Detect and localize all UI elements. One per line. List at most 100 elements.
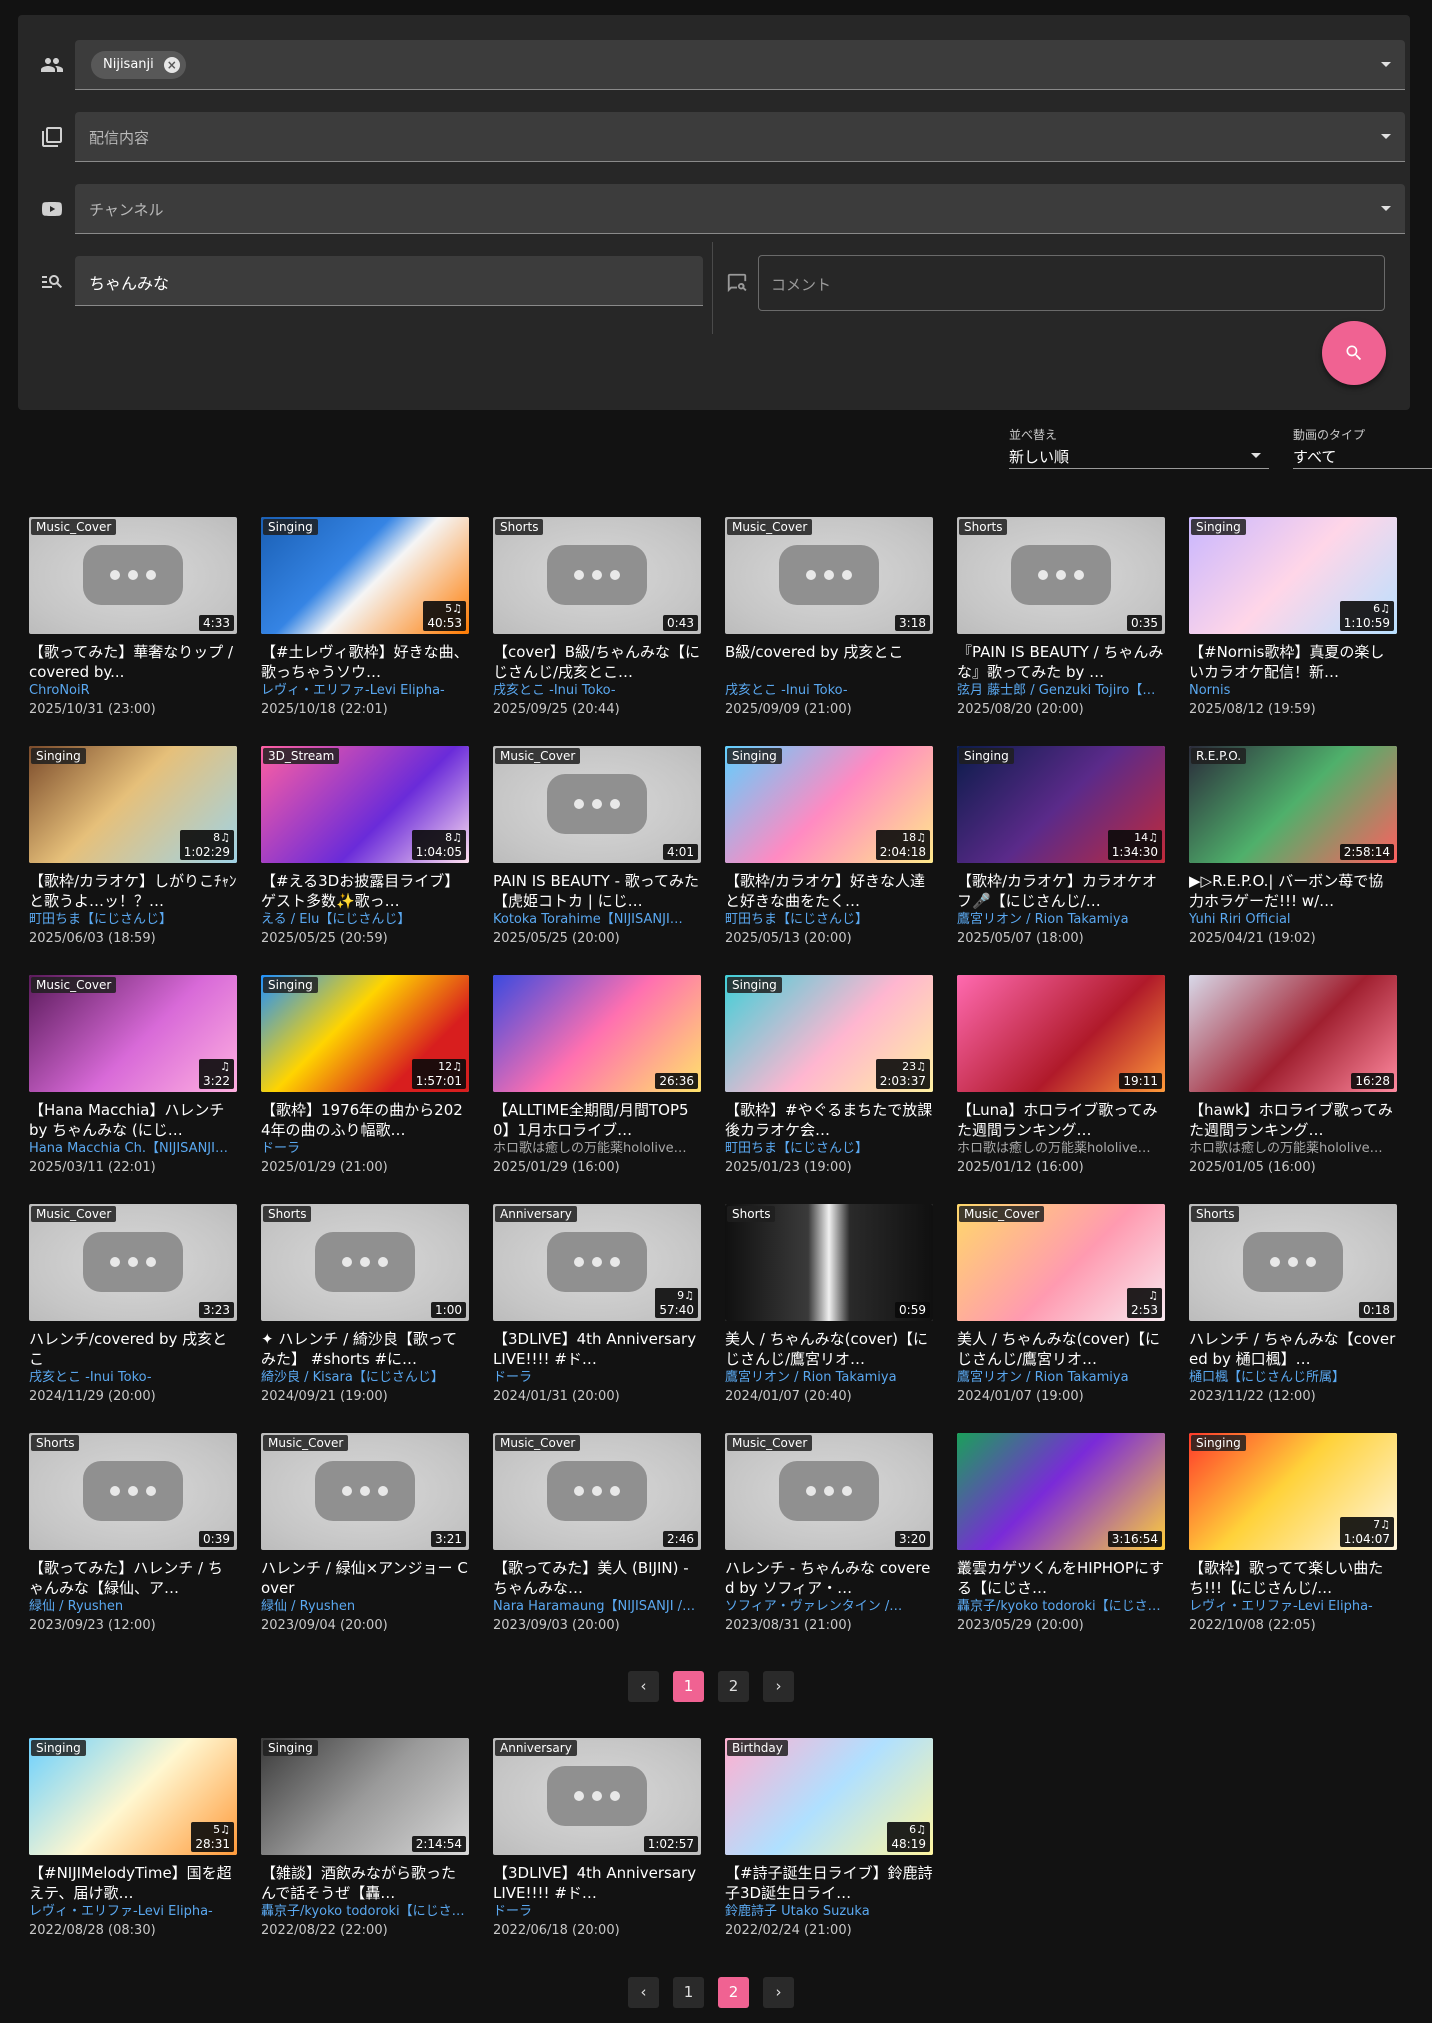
video-thumbnail[interactable]: 3:16:54	[957, 1433, 1165, 1550]
video-thumbnail[interactable]: Anniversary 9♫ 57:40	[493, 1204, 701, 1321]
video-thumbnail[interactable]: Music_Cover 3:20	[725, 1433, 933, 1550]
video-title[interactable]: 【雑談】酒飲みながら歌ったんで話そうぜ【轟…	[261, 1863, 469, 1903]
channel-link[interactable]: レヴィ・エリファ-Levi Elipha-	[29, 1903, 237, 1920]
page-1-button[interactable]: 1	[673, 1671, 704, 1702]
video-card[interactable]: Singing 5♫ 28:31 【#NIJIMelodyTime】国を超えテ、届け歌…	[29, 1738, 237, 1940]
video-thumbnail[interactable]: R.E.P.O. 2:58:14	[1189, 746, 1397, 863]
video-title[interactable]: 【歌枠】1976年の曲から2024年の曲のふり幅歌…	[261, 1100, 469, 1140]
channel-link[interactable]: ChroNoiR	[29, 682, 237, 699]
video-thumbnail[interactable]: Singing 23♫ 2:03:37	[725, 975, 933, 1092]
video-thumbnail[interactable]: Singing 12♫ 1:57:01	[261, 975, 469, 1092]
video-thumbnail[interactable]: Anniversary 1:02:57	[493, 1738, 701, 1855]
video-title[interactable]: 美人 / ちゃんみな(cover)【にじさんじ/鷹宮リオ…	[957, 1329, 1165, 1369]
channel-link[interactable]: ホロ歌は癒しの万能薬hololive…	[493, 1140, 701, 1157]
channel-link[interactable]: レヴィ・エリファ-Levi Elipha-	[261, 682, 469, 699]
member-select[interactable]: Nijisanji ×	[75, 40, 1405, 90]
chip-remove-icon[interactable]: ×	[163, 57, 180, 73]
video-card[interactable]: Music_Cover 3:20 ハレンチ - ちゃんみな covered by ソ…	[725, 1433, 933, 1635]
video-card[interactable]: Shorts 0:18 ハレンチ / ちゃんみな【covered by 樋口楓】… 樋…	[1189, 1204, 1397, 1406]
video-thumbnail[interactable]: Music_Cover ♫ 2:53	[957, 1204, 1165, 1321]
channel-link[interactable]: Nornis	[1189, 682, 1397, 699]
video-card[interactable]: Music_Cover 4:33 【歌ってみた】華奢なりップ / covered b…	[29, 517, 237, 719]
video-title[interactable]: 【歌枠/カラオケ】好きな人達と好きな曲をたく…	[725, 871, 933, 911]
video-title[interactable]: 【cover】B級/ちゃんみな【にじさんじ/戌亥とこ…	[493, 642, 701, 682]
video-card[interactable]: Birthday 6♫ 48:19 【#詩子誕生日ライブ】鈴鹿詩子3D誕生日ライ… 鈴鹿…	[725, 1738, 933, 1940]
video-thumbnail[interactable]: Singing 8♫ 1:02:29	[29, 746, 237, 863]
channel-link[interactable]: 戌亥とこ -Inui Toko-	[29, 1369, 237, 1386]
video-title[interactable]: 【#Nornis歌枠】真夏の楽しいカラオケ配信！新…	[1189, 642, 1397, 682]
video-title[interactable]: B級/covered by 戌亥とこ	[725, 642, 933, 682]
channel-link[interactable]: ホロ歌は癒しの万能薬hololive…	[1189, 1140, 1397, 1157]
video-thumbnail[interactable]: Shorts 0:39	[29, 1433, 237, 1550]
channel-link[interactable]: 樋口楓【にじさんじ所属】	[1189, 1369, 1397, 1386]
video-title[interactable]: 【3DLIVE】4th Anniversary LIVE!!!! #ド…	[493, 1329, 701, 1369]
chevron-down-icon[interactable]	[1381, 206, 1391, 211]
video-card[interactable]: Singing 6♫ 1:10:59 【#Nornis歌枠】真夏の楽しいカラオケ配信！…	[1189, 517, 1397, 719]
video-thumbnail[interactable]: 16:28	[1189, 975, 1397, 1092]
next-page-button[interactable]: ›	[763, 1671, 794, 1702]
chevron-down-icon[interactable]	[1251, 453, 1261, 458]
video-thumbnail[interactable]: Music_Cover 4:01	[493, 746, 701, 863]
video-thumbnail[interactable]: Birthday 6♫ 48:19	[725, 1738, 933, 1855]
channel-link[interactable]: 轟京子/kyoko todoroki【にじさ…	[261, 1903, 469, 1920]
channel-link[interactable]: ソフィア・ヴァレンタイン /…	[725, 1598, 933, 1615]
video-title[interactable]: 【#詩子誕生日ライブ】鈴鹿詩子3D誕生日ライ…	[725, 1863, 933, 1903]
video-card[interactable]: Music_Cover 4:01 PAIN IS BEAUTY - 歌ってみた【虎姫…	[493, 746, 701, 948]
video-card[interactable]: Music_Cover 3:21 ハレンチ / 緑仙×アンジョー Cover 緑仙 /…	[261, 1433, 469, 1635]
video-title[interactable]: 【#える3Dお披露目ライブ】ゲスト多数✨歌っ…	[261, 871, 469, 911]
video-title[interactable]: ハレンチ / 緑仙×アンジョー Cover	[261, 1558, 469, 1598]
channel-link[interactable]: 鷹宮リオン / Rion Takamiya	[725, 1369, 933, 1386]
video-card[interactable]: 19:11 【Luna】ホロライブ歌ってみた週間ランキング… ホロ歌は癒しの万能薬h…	[957, 975, 1165, 1177]
video-card[interactable]: 3:16:54 叢雲カゲツくんをHIPHOPにする【にじさ… 轟京子/kyoko t…	[957, 1433, 1165, 1635]
video-card[interactable]: Singing 18♫ 2:04:18 【歌枠/カラオケ】好きな人達と好きな曲をたく……	[725, 746, 933, 948]
video-card[interactable]: R.E.P.O. 2:58:14 ▶▷R.E.P.O.| バーボン苺で協力ホラゲーだ…	[1189, 746, 1397, 948]
channel-link[interactable]: 轟京子/kyoko todoroki【にじさ…	[957, 1598, 1165, 1615]
keyword-input[interactable]: ちゃんみな	[75, 256, 703, 306]
video-thumbnail[interactable]: 26:36	[493, 975, 701, 1092]
video-title[interactable]: ハレンチ / ちゃんみな【covered by 樋口楓】…	[1189, 1329, 1397, 1369]
page-1-button[interactable]: 1	[673, 1977, 704, 2008]
video-thumbnail[interactable]: Shorts 1:00	[261, 1204, 469, 1321]
video-card[interactable]: Music_Cover 2:46 【歌ってみた】美人 (BIJIN) - ちゃんみな…	[493, 1433, 701, 1635]
video-title[interactable]: 【#NIJIMelodyTime】国を超えテ、届け歌…	[29, 1863, 237, 1903]
channel-link[interactable]: える / Elu【にじさんじ】	[261, 911, 469, 928]
video-card[interactable]: Shorts 1:00 ✦ ハレンチ / 綺沙良【歌ってみた】 #shorts #に…	[261, 1204, 469, 1406]
video-card[interactable]: Singing 14♫ 1:34:30 【歌枠/カラオケ】カラオケオフ🎤【にじさんじ/…	[957, 746, 1165, 948]
channel-link[interactable]: 鈴鹿詩子 Utako Suzuka	[725, 1903, 933, 1920]
video-card[interactable]: Music_Cover 3:18 B級/covered by 戌亥とこ 戌亥とこ -I…	[725, 517, 933, 719]
video-type-select[interactable]: 動画のタイプ すべて	[1293, 426, 1432, 469]
video-card[interactable]: Singing 23♫ 2:03:37 【歌枠】#やぐるまちたで放課後カラオケ会… 町田…	[725, 975, 933, 1177]
video-card[interactable]: Singing 8♫ 1:02:29 【歌枠/カラオケ】しがりこﾁｬﾝと歌うよ…ッ！？…	[29, 746, 237, 948]
video-title[interactable]: 【Luna】ホロライブ歌ってみた週間ランキング…	[957, 1100, 1165, 1140]
video-card[interactable]: Singing 2:14:54 【雑談】酒飲みながら歌ったんで話そうぜ【轟… 轟京子/…	[261, 1738, 469, 1940]
channel-link[interactable]: 町田ちま【にじさんじ】	[725, 911, 933, 928]
video-card[interactable]: Singing 7♫ 1:04:07 【歌枠】歌ってて楽しい曲たち!!!【にじさんじ/…	[1189, 1433, 1397, 1635]
search-button[interactable]	[1322, 321, 1386, 385]
video-thumbnail[interactable]: 3D_Stream 8♫ 1:04:05	[261, 746, 469, 863]
video-title[interactable]: 『PAIN IS BEAUTY / ちゃんみな』歌ってみた by …	[957, 642, 1165, 682]
video-title[interactable]: 【Hana Macchia】ハレンチ by ちゃんみな (にじ…	[29, 1100, 237, 1140]
video-title[interactable]: 【hawk】ホロライブ歌ってみた週間ランキング…	[1189, 1100, 1397, 1140]
video-card[interactable]: Music_Cover ♫ 3:22 【Hana Macchia】ハレンチ by ちゃ…	[29, 975, 237, 1177]
video-card[interactable]: Singing 5♫ 40:53 【#土レヴィ歌枠】好きな曲、歌っちゃうソウ… レヴィ・…	[261, 517, 469, 719]
video-thumbnail[interactable]: Singing 6♫ 1:10:59	[1189, 517, 1397, 634]
video-title[interactable]: ✦ ハレンチ / 綺沙良【歌ってみた】 #shorts #に…	[261, 1329, 469, 1369]
comment-input[interactable]: コメント	[758, 255, 1385, 311]
prev-page-button[interactable]: ‹	[628, 1977, 659, 2008]
channel-select[interactable]: チャンネル	[75, 184, 1405, 234]
video-thumbnail[interactable]: Singing 2:14:54	[261, 1738, 469, 1855]
channel-link[interactable]: Kotoka Torahime【NIJISANJI…	[493, 911, 701, 928]
video-thumbnail[interactable]: Shorts 0:43	[493, 517, 701, 634]
channel-link[interactable]: ドーラ	[261, 1140, 469, 1157]
channel-link[interactable]: Yuhi Riri Official	[1189, 911, 1397, 928]
video-card[interactable]: Anniversary 9♫ 57:40 【3DLIVE】4th Anniversar…	[493, 1204, 701, 1406]
channel-link[interactable]: ドーラ	[493, 1903, 701, 1920]
sort-order-select[interactable]: 並べ替え 新しい順	[1009, 426, 1269, 469]
video-thumbnail[interactable]: Music_Cover ♫ 3:22	[29, 975, 237, 1092]
video-title[interactable]: ハレンチ/covered by 戌亥とこ	[29, 1329, 237, 1369]
video-card[interactable]: Shorts 0:43 【cover】B級/ちゃんみな【にじさんじ/戌亥とこ… 戌亥と…	[493, 517, 701, 719]
channel-link[interactable]: 戌亥とこ -Inui Toko-	[493, 682, 701, 699]
page-2-button[interactable]: 2	[718, 1977, 749, 2008]
channel-link[interactable]: 鷹宮リオン / Rion Takamiya	[957, 911, 1165, 928]
video-title[interactable]: 【#土レヴィ歌枠】好きな曲、歌っちゃうソウ…	[261, 642, 469, 682]
